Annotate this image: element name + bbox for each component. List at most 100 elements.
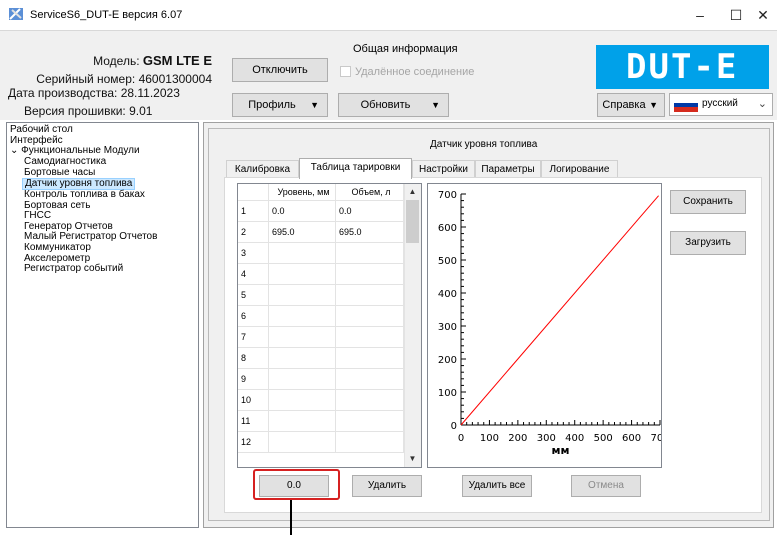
table-cell[interactable] — [269, 348, 336, 369]
row-number-cell[interactable]: 12 — [238, 432, 269, 453]
table-cell[interactable] — [269, 264, 336, 285]
tab-parameters[interactable]: Параметры — [475, 160, 541, 178]
app-icon — [9, 8, 23, 20]
table-cell[interactable] — [336, 390, 404, 411]
series-line — [460, 195, 659, 426]
model-label: Модель: — [93, 54, 140, 68]
table-cell[interactable] — [269, 243, 336, 264]
profile-label: Профиль — [248, 99, 296, 111]
table-cell[interactable] — [336, 327, 404, 348]
table-cell[interactable] — [269, 432, 336, 453]
tab-logging[interactable]: Логирование — [541, 160, 618, 178]
table-cell[interactable] — [269, 285, 336, 306]
table-header-cell — [238, 184, 269, 201]
row-number-cell[interactable]: 11 — [238, 411, 269, 432]
help-dropdown[interactable]: Справка ▼ — [597, 93, 665, 117]
cancel-button[interactable]: Отмена — [571, 475, 641, 497]
minimize-button[interactable]: – — [680, 4, 720, 26]
save-button[interactable]: Сохранить — [670, 190, 746, 214]
table-cell[interactable] — [336, 369, 404, 390]
tab-calibration[interactable]: Калибровка — [226, 160, 299, 178]
table-cell[interactable] — [336, 411, 404, 432]
delete-button[interactable]: Удалить — [352, 475, 422, 497]
tab-calibration-table[interactable]: Таблица тарировки — [299, 158, 412, 179]
table-cell[interactable] — [269, 327, 336, 348]
table-cell[interactable]: 0.0 — [336, 201, 404, 222]
row-number-cell[interactable]: 6 — [238, 306, 269, 327]
dut-e-logo: DUT-E — [596, 45, 769, 89]
tree-item-event-recorder[interactable]: Регистратор событий — [24, 264, 123, 274]
model-value: GSM LTE E — [142, 53, 212, 68]
y-tick-label: 0 — [451, 421, 457, 432]
row-number-cell[interactable]: 7 — [238, 327, 269, 348]
tree-item-functional-modules[interactable]: ⌄ Функциональные Модули — [10, 146, 140, 156]
table-cell[interactable] — [336, 306, 404, 327]
table-cell[interactable] — [269, 390, 336, 411]
table-cell[interactable]: 0.0 — [269, 201, 336, 222]
table-cell[interactable] — [336, 243, 404, 264]
serial-row: Серийный номер: 46001300004 — [0, 72, 212, 86]
x-tick-label: 700 — [650, 433, 661, 444]
table-cell[interactable] — [336, 432, 404, 453]
tree-item-onboard-clock[interactable]: Бортовые часы — [24, 168, 95, 178]
tree-item-small-report-recorder[interactable]: Малый Регистратор Отчетов — [24, 232, 157, 242]
serial-label: Серийный номер: — [36, 72, 136, 86]
row-number-cell[interactable]: 2 — [238, 222, 269, 243]
x-tick-label: 300 — [537, 433, 556, 444]
table-cell[interactable] — [269, 369, 336, 390]
table-cell[interactable] — [269, 306, 336, 327]
table-cell[interactable]: 695.0 — [336, 222, 404, 243]
row-number-cell[interactable]: 5 — [238, 285, 269, 306]
serial-value: 46001300004 — [138, 72, 212, 86]
profile-dropdown[interactable]: Профиль ▼ — [232, 93, 328, 117]
y-tick-label: 400 — [438, 289, 457, 300]
table-cell[interactable]: 695.0 — [269, 222, 336, 243]
row-number-cell[interactable]: 4 — [238, 264, 269, 285]
chevron-down-icon: ⌄ — [757, 98, 767, 110]
row-number-cell[interactable]: 8 — [238, 348, 269, 369]
firmware-value: 9.01 — [129, 104, 153, 118]
table-cell[interactable] — [336, 285, 404, 306]
expand-chevron-icon[interactable]: ⌄ — [10, 145, 18, 156]
update-dropdown[interactable]: Обновить ▼ — [338, 93, 449, 117]
table-cell[interactable] — [336, 264, 404, 285]
load-button[interactable]: Загрузить — [670, 231, 746, 255]
row-number-cell[interactable]: 3 — [238, 243, 269, 264]
remote-connection-checkbox[interactable] — [340, 66, 351, 77]
tree-item-desktop[interactable]: Рабочий стол — [10, 125, 73, 135]
language-label: русский — [702, 98, 738, 109]
y-tick-label: 600 — [438, 223, 457, 234]
row-number-cell[interactable]: 9 — [238, 369, 269, 390]
highlight-box — [253, 469, 340, 500]
tree-item-self-diagnostics[interactable]: Самодиагностика — [24, 157, 106, 167]
disconnect-button[interactable]: Отключить — [232, 58, 328, 82]
delete-all-button[interactable]: Удалить все — [462, 475, 532, 497]
tree-item-communicator[interactable]: Коммуникатор — [24, 243, 91, 253]
tab-settings[interactable]: Настройки — [412, 160, 475, 178]
tree-item-gnss[interactable]: ГНСС — [24, 211, 51, 221]
x-tick-label: 0 — [458, 433, 464, 444]
close-button[interactable]: ✕ — [748, 4, 777, 26]
row-number-cell[interactable]: 1 — [238, 201, 269, 222]
x-tick-label: 500 — [594, 433, 613, 444]
row-number-cell[interactable]: 10 — [238, 390, 269, 411]
table-cell[interactable] — [336, 348, 404, 369]
table-header-cell: Уровень, мм — [269, 184, 336, 201]
tree-item-fuel-tank-control[interactable]: Контроль топлива в баках — [24, 190, 145, 200]
table-cell[interactable] — [269, 411, 336, 432]
scrollbar-thumb[interactable] — [406, 200, 419, 243]
model-row: Модель: GSM LTE E — [0, 53, 212, 68]
caret-down-icon: ▼ — [649, 100, 658, 110]
russian-flag-icon — [674, 98, 698, 112]
scroll-up-icon[interactable]: ▲ — [406, 185, 419, 199]
chart-svg: 0 100 200 300 400 500 600 700 0 100 200 300 400 500 60… — [438, 190, 661, 457]
scroll-down-icon[interactable]: ▼ — [406, 452, 419, 466]
date-row: Дата производства: 28.11.2023 — [8, 86, 180, 100]
date-value: 28.11.2023 — [120, 86, 180, 100]
x-axis-label: мм — [552, 444, 570, 457]
remote-connection-label: Удалённое соединение — [355, 66, 475, 78]
caret-down-icon: ▼ — [431, 100, 440, 110]
language-select[interactable]: русский ⌄ — [669, 93, 773, 116]
y-tick-label: 200 — [438, 355, 457, 366]
x-tick-label: 600 — [622, 433, 641, 444]
